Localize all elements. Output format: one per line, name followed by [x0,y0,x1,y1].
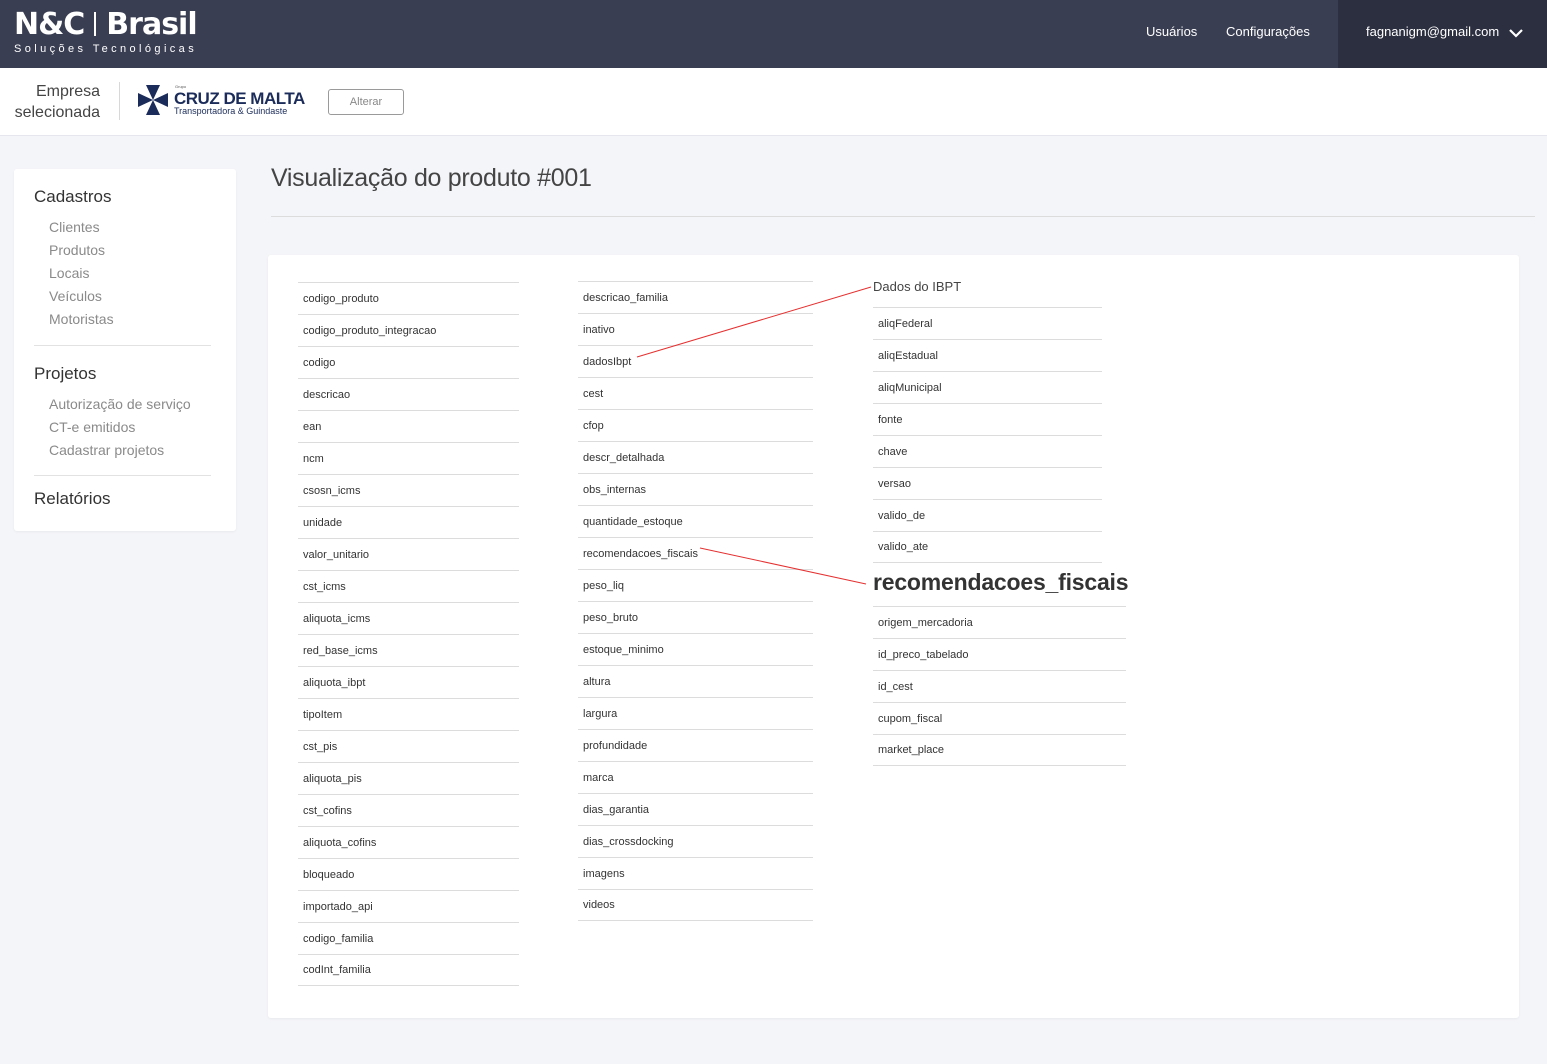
field-row-id-cest: id_cest [873,670,1126,702]
field-row-cst-cofins: cst_cofins [298,794,519,826]
field-row-origem-mercadoria: origem_mercadoria [873,606,1126,638]
company-logo-tagline: Transportadora & Guindaste [174,106,288,116]
brand-subtitle: Soluções Tecnológicas [14,43,198,55]
user-email: fagnanigm@gmail.com [1366,24,1500,39]
field-row-importado-api: importado_api [298,890,519,922]
field-row-codigo-familia: codigo_familia [298,922,519,954]
field-row-tipoitem: tipoItem [298,698,519,730]
field-row-csosn-icms: csosn_icms [298,474,519,506]
field-row-quantidade-estoque: quantidade_estoque [578,505,813,537]
change-company-button[interactable]: Alterar [328,89,404,115]
fields-group-recomendacoes: origem_mercadoria id_preco_tabelado id_ces… [873,606,1126,766]
field-row-bloqueado: bloqueado [298,858,519,890]
field-row-dias-garantia: dias_garantia [578,793,813,825]
field-row-imagens: imagens [578,857,813,889]
sidebar-divider [34,345,211,346]
group-title-ibpt: Dados do IBPT [873,279,962,294]
field-row-cst-pis: cst_pis [298,730,519,762]
field-row-profundidade: profundidade [578,729,813,761]
field-row-peso-bruto: peso_bruto [578,601,813,633]
field-row-aliqestadual: aliqEstadual [873,339,1102,371]
field-row-videos: videos [578,889,813,921]
sidebar-item-autorizacao[interactable]: Autorização de serviço [49,396,191,412]
company-divider [119,82,120,120]
field-row-aliquota-ibpt: aliquota_ibpt [298,666,519,698]
field-row-cest: cest [578,377,813,409]
sidebar-section-projetos[interactable]: Projetos [34,364,96,384]
user-menu[interactable]: fagnanigm@gmail.com [1338,0,1547,68]
sidebar-divider [34,475,211,476]
fields-column-1: codigo_produto codigo_produto_integracao c… [298,282,519,986]
field-row-codigo-produto: codigo_produto [298,282,519,314]
field-row-inativo: inativo [578,313,813,345]
brand-name-right: Brasil [106,7,197,42]
field-row-peso-liq: peso_liq [578,569,813,601]
field-row-versao: versao [873,467,1102,499]
field-row-aliquota-cofins: aliquota_cofins [298,826,519,858]
field-row-recomendacoes-fiscais: recomendacoes_fiscais [578,537,813,569]
brand-name-left: N&C [14,7,85,42]
field-row-codigo-produto-integracao: codigo_produto_integracao [298,314,519,346]
field-row-dadosibpt: dadosIbpt [578,345,813,377]
field-row-fonte: fonte [873,403,1102,435]
fields-group-ibpt: aliqFederal aliqEstadual aliqMunicipal font… [873,307,1102,563]
field-row-descricao-familia: descricao_familia [578,281,813,313]
field-row-cupom-fiscal: cupom_fiscal [873,702,1126,734]
field-row-codigo: codigo [298,346,519,378]
sidebar-item-veiculos[interactable]: Veículos [49,288,102,304]
title-divider [271,216,1535,217]
field-row-red-base-icms: red_base_icms [298,634,519,666]
sidebar: Cadastros Clientes Produtos Locais Veícu… [14,169,236,531]
sidebar-section-relatorios[interactable]: Relatórios [34,489,111,509]
field-row-unidade: unidade [298,506,519,538]
field-row-market-place: market_place [873,734,1126,766]
field-row-valido-de: valido_de [873,499,1102,531]
top-navbar: N&C Brasil Soluções Tecnológicas Usuários… [0,0,1547,68]
brand-separator [94,12,97,36]
nav-users-link[interactable]: Usuários [1146,24,1197,39]
sidebar-item-locais[interactable]: Locais [49,265,89,281]
page-title: Visualização do produto #001 [271,164,592,192]
field-row-ncm: ncm [298,442,519,474]
sidebar-item-clientes[interactable]: Clientes [49,219,100,235]
field-row-aliquota-pis: aliquota_pis [298,762,519,794]
company-label: Empresa selecionada [14,83,100,121]
field-row-descricao: descricao [298,378,519,410]
sidebar-item-produtos[interactable]: Produtos [49,242,105,258]
field-row-aliqfederal: aliqFederal [873,307,1102,339]
field-row-aliqmunicipal: aliqMunicipal [873,371,1102,403]
field-row-descr-detalhada: descr_detalhada [578,441,813,473]
field-row-marca: marca [578,761,813,793]
field-row-cst-icms: cst_icms [298,570,519,602]
field-row-altura: altura [578,665,813,697]
sidebar-section-cadastros[interactable]: Cadastros [34,187,111,207]
field-row-obs-internas: obs_internas [578,473,813,505]
sidebar-item-motoristas[interactable]: Motoristas [49,311,114,327]
brand-logo[interactable]: N&C Brasil Soluções Tecnológicas [14,7,198,56]
chevron-down-icon[interactable] [1508,25,1524,41]
sidebar-item-cte-emitidos[interactable]: CT-e emitidos [49,419,135,435]
field-row-valor-unitario: valor_unitario [298,538,519,570]
field-row-ean: ean [298,410,519,442]
field-row-cfop: cfop [578,409,813,441]
nav-settings-link[interactable]: Configurações [1226,24,1310,39]
company-bar: Empresa selecionada Grupo CRUZ DE MALTA … [0,68,1547,136]
maltese-cross-icon [138,85,168,115]
field-row-codint-familia: codInt_familia [298,954,519,986]
field-row-aliquota-icms: aliquota_icms [298,602,519,634]
field-row-dias-crossdocking: dias_crossdocking [578,825,813,857]
field-row-valido-ate: valido_ate [873,531,1102,563]
fields-column-2: descricao_familia inativo dadosIbpt cest cfo… [578,281,813,921]
field-row-estoque-minimo: estoque_minimo [578,633,813,665]
group-title-recomendacoes: recomendacoes_fiscais [873,569,1129,595]
field-row-chave: chave [873,435,1102,467]
sidebar-item-cadastrar-projetos[interactable]: Cadastrar projetos [49,442,164,458]
field-row-id-preco-tabelado: id_preco_tabelado [873,638,1126,670]
product-card: codigo_produto codigo_produto_integracao c… [268,255,1519,1018]
field-row-largura: largura [578,697,813,729]
